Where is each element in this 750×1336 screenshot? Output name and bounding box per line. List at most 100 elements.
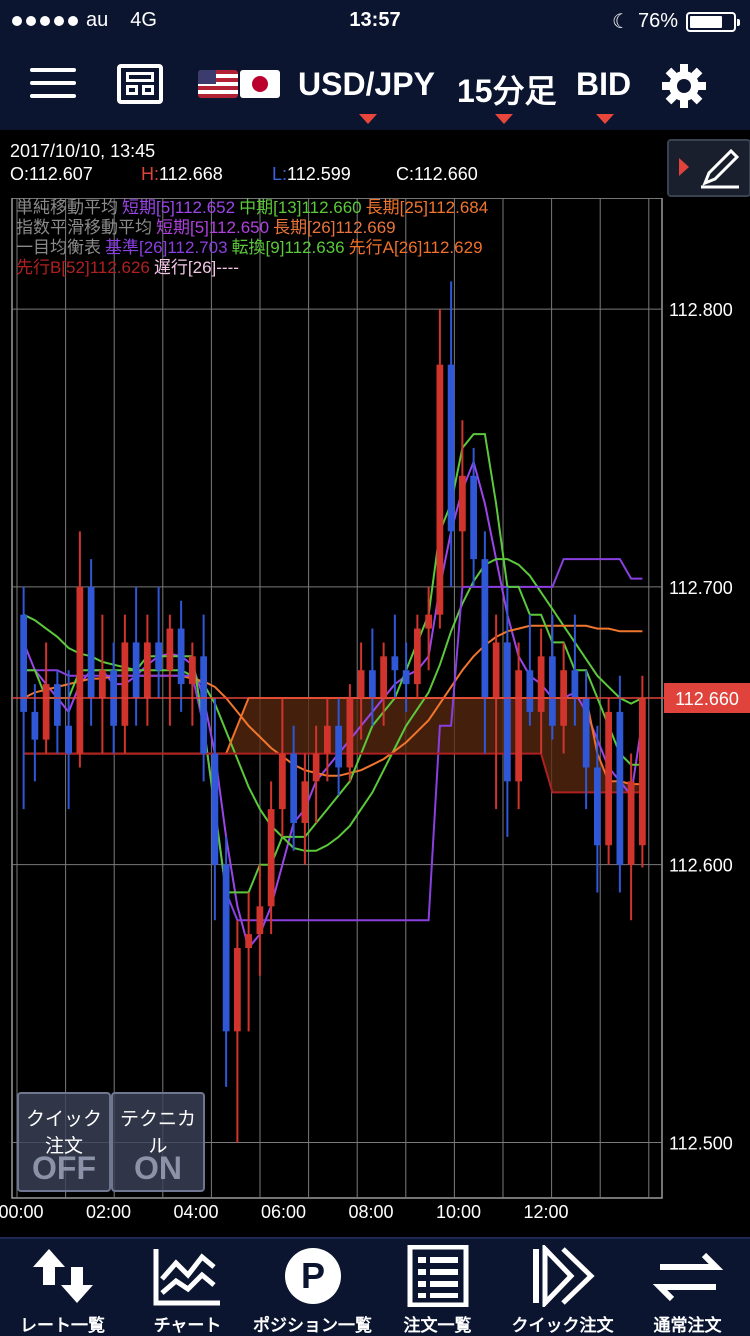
price-chart[interactable]: 112.800 112.700 112.600 112.500 00:00 02:00 04… <box>0 198 750 1232</box>
drawing-tool-button[interactable] <box>667 139 750 197</box>
price-type-selector[interactable]: BID <box>576 66 632 124</box>
tab-rate-list[interactable]: レート一覧 <box>0 1239 125 1336</box>
candle-body <box>504 642 511 782</box>
candle-body <box>470 475 477 560</box>
candle-body <box>571 670 579 698</box>
currency-pair-label: USD/JPY <box>298 66 435 102</box>
tab-quick-order[interactable]: クイック注文 <box>500 1239 625 1336</box>
candle-body <box>391 656 399 671</box>
layout-icon[interactable] <box>117 64 163 104</box>
high-label: H: <box>141 164 159 184</box>
battery-percent: 76% <box>637 10 678 32</box>
senkou-a-value: 先行A[26]112.629 <box>348 238 483 257</box>
ichimoku-legend-row-2: 先行B[52]112.626 遅行[26]---- <box>16 258 492 278</box>
timeframe-label: 15分足 <box>457 73 557 109</box>
candle-body <box>369 670 376 698</box>
senkou-b-value: 先行B[52]112.626 <box>16 258 150 277</box>
candle-body <box>279 753 286 810</box>
order-list-icon <box>407 1245 469 1307</box>
tenkan-value: 転換[9]112.636 <box>231 238 345 257</box>
technical-toggle-state: ON <box>134 1150 182 1186</box>
candle-body <box>481 559 489 698</box>
low-value: L:112.599 <box>272 164 351 185</box>
chevron-down-icon <box>359 114 377 124</box>
chart-icon <box>153 1249 220 1306</box>
candle-body <box>425 614 432 629</box>
sma-title: 単純移動平均 <box>16 198 118 217</box>
candle-body <box>301 781 309 823</box>
candle-body <box>211 753 219 865</box>
ema-legend-row: 指数平滑移動平均 短期[5]112.650 長期[26]112.669 <box>16 218 492 238</box>
candle-body <box>189 656 196 685</box>
candle-body <box>515 670 522 782</box>
candle-body <box>312 753 320 782</box>
candle-body <box>76 586 84 754</box>
tab-normal-order[interactable]: 通常注文 <box>625 1239 750 1336</box>
tab-positions[interactable]: P ポジション一覧 <box>250 1239 375 1336</box>
price-tick-label: 112.700 <box>669 578 733 598</box>
candle-body <box>492 642 500 698</box>
time-tick-label: 08:00 <box>348 1202 393 1222</box>
candle-body <box>31 711 39 740</box>
candle-body <box>234 948 241 1032</box>
timeframe-selector[interactable]: 15分足 <box>457 66 557 124</box>
position-icon: P <box>285 1248 341 1304</box>
candle-body <box>436 364 444 615</box>
candle-body <box>346 698 354 768</box>
ema-title: 指数平滑移動平均 <box>16 218 152 237</box>
candle-body <box>99 670 106 698</box>
candle-body <box>42 684 50 740</box>
tab-chart-label: チャート <box>153 1316 222 1335</box>
tab-quick-order-label: クイック注文 <box>511 1316 614 1335</box>
app-header: USD/JPY 15分足 BID <box>0 42 750 132</box>
price-type-label: BID <box>576 66 632 102</box>
ema-long-value: 長期[26]112.669 <box>273 218 396 237</box>
currency-flags <box>198 70 280 98</box>
candle-body <box>627 781 635 865</box>
pencil-icon <box>701 148 740 189</box>
candle-body <box>549 656 556 726</box>
candle-body <box>54 684 61 726</box>
time-tick-label: 02:00 <box>86 1202 131 1222</box>
time-tick-label: 04:00 <box>173 1202 218 1222</box>
candle-body <box>324 725 331 754</box>
tab-order-list[interactable]: 注文一覧 <box>375 1239 500 1336</box>
candle-body <box>155 642 162 671</box>
sma-short-value: 短期[5]112.652 <box>122 198 236 217</box>
technical-toggle[interactable]: テクニカル ON <box>111 1092 205 1192</box>
candle-body <box>144 642 151 698</box>
candle-body <box>121 642 129 726</box>
candle-body <box>177 628 185 685</box>
time-tick-label: 10:00 <box>436 1202 481 1222</box>
tab-positions-label: ポジション一覧 <box>253 1316 372 1335</box>
candle-body <box>380 656 387 698</box>
indicator-legend: 単純移動平均 短期[5]112.652 中期[13]112.660 長期[25]112… <box>16 198 492 278</box>
currency-pair-selector[interactable]: USD/JPY <box>298 66 435 124</box>
open-label: O: <box>10 164 30 184</box>
tab-order-list-label: 注文一覧 <box>403 1316 472 1335</box>
gear-icon[interactable] <box>660 62 708 110</box>
open-value: O:112.607 <box>10 164 93 185</box>
candle-body <box>256 906 264 935</box>
candle-datetime: 2017/10/10, 13:45 <box>10 141 156 161</box>
candle-body <box>222 864 230 1032</box>
candle-body <box>447 364 455 532</box>
menu-icon[interactable] <box>30 64 76 102</box>
tab-chart[interactable]: チャート <box>125 1239 250 1336</box>
close-number: 112.660 <box>414 164 478 184</box>
ichimoku-title: 一目均衡表 <box>16 238 101 257</box>
chevron-down-icon <box>495 114 513 124</box>
high-value: H:112.668 <box>141 164 223 185</box>
svg-text:P: P <box>301 1255 325 1296</box>
candle-body <box>582 698 590 768</box>
candle-body <box>639 698 646 846</box>
candle-body <box>594 767 601 846</box>
quick-order-toggle[interactable]: クイック注文 OFF <box>17 1092 111 1192</box>
tab-normal-order-label: 通常注文 <box>653 1316 722 1335</box>
candle-body <box>537 656 545 712</box>
time-tick-label: 12:00 <box>523 1202 568 1222</box>
rate-list-icon <box>33 1249 93 1303</box>
high-number: 112.668 <box>159 164 223 184</box>
sma-long-value: 長期[25]112.684 <box>365 198 489 217</box>
candle-body <box>357 670 365 698</box>
